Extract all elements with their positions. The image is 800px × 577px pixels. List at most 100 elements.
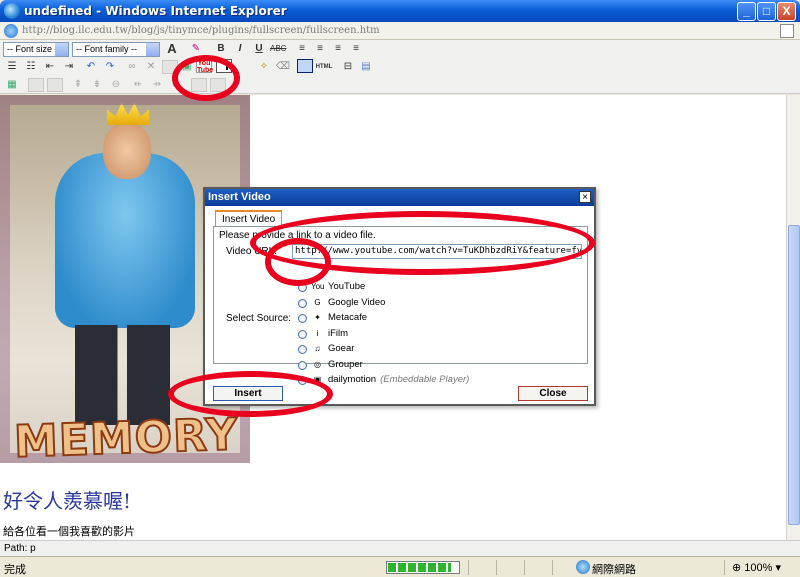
source-name: Google Video: [328, 297, 385, 308]
unlink-icon[interactable]: ✕: [143, 60, 159, 74]
insert-row-before-icon[interactable]: ⇞: [70, 78, 86, 92]
ifilm-icon: i: [316, 328, 319, 338]
dialog-title: Insert Video: [205, 189, 594, 206]
split-cells-icon[interactable]: [191, 78, 207, 92]
align-center-icon[interactable]: ≡: [312, 42, 328, 56]
remove-format-icon[interactable]: ⌫: [275, 60, 291, 74]
underline-icon[interactable]: U: [251, 42, 267, 56]
status-text: 完成: [4, 564, 26, 576]
source-option[interactable]: ♫ Goear: [298, 342, 498, 356]
italic-icon[interactable]: I: [232, 42, 248, 56]
video-url-label: Video URL:: [226, 246, 277, 257]
internet-zone-icon: [576, 560, 590, 574]
bold-icon[interactable]: B: [213, 42, 229, 56]
bullet-list-icon[interactable]: ☰: [4, 60, 20, 74]
radio-button[interactable]: [298, 283, 307, 292]
goear-icon: ♫: [314, 344, 321, 353]
html-icon[interactable]: HTML: [315, 60, 333, 74]
source-name: Grouper: [328, 359, 363, 370]
dailymotion-icon: ▣: [313, 375, 322, 384]
dialog-close-icon[interactable]: ×: [579, 191, 591, 203]
insert-col-before-icon[interactable]: ⇷: [130, 78, 146, 92]
memory-caption: MEMORY: [12, 408, 240, 463]
maximize-button[interactable]: □: [757, 2, 776, 21]
insert-video-icon[interactable]: [216, 59, 232, 73]
insert-col-after-icon[interactable]: ⇸: [149, 78, 165, 92]
indent-icon[interactable]: ⇥: [61, 60, 77, 74]
outdent-icon[interactable]: ⇤: [42, 60, 58, 74]
source-option[interactable]: You YouTube: [298, 280, 498, 294]
align-justify-icon[interactable]: ≡: [348, 42, 364, 56]
radio-button[interactable]: [298, 329, 307, 339]
source-label: Goear: [328, 343, 355, 354]
redo-icon[interactable]: ↷: [102, 60, 118, 74]
anchor-icon[interactable]: [162, 60, 178, 74]
radio-button[interactable]: [298, 360, 307, 370]
google-video-icon: G: [314, 297, 321, 307]
page-icon: [4, 24, 18, 38]
fullscreen-icon[interactable]: [297, 59, 313, 73]
zoom-level[interactable]: ⊕ 100% ▾: [732, 561, 781, 574]
undo-icon[interactable]: ↶: [83, 60, 99, 74]
source-label: Metacafe: [328, 312, 368, 323]
strikethrough-icon[interactable]: ABC: [270, 42, 286, 56]
source-option[interactable]: i iFilm: [298, 327, 498, 341]
address-url[interactable]: http://blog.ilc.edu.tw/blog/js/tinymce/p…: [22, 25, 380, 36]
source-label: dailymotion: [328, 374, 377, 385]
image-icon[interactable]: ▣: [179, 60, 195, 74]
path-bar: Path: p: [0, 540, 800, 556]
load-progress: [386, 561, 460, 574]
security-zone[interactable]: 網際網路: [592, 561, 636, 577]
font-family-select[interactable]: -- Font family --: [72, 42, 160, 57]
window-title: undefined - Windows Internet Explorer: [24, 4, 287, 18]
close-button[interactable]: Close: [518, 386, 588, 401]
status-divider: [552, 560, 553, 575]
source-option[interactable]: ◎ Grouper: [298, 358, 498, 372]
source-option[interactable]: ✦ Metacafe: [298, 311, 498, 325]
vertical-scrollbar[interactable]: [786, 95, 800, 540]
delete-col-icon[interactable]: ⊘: [168, 78, 184, 92]
close-window-button[interactable]: X: [777, 2, 796, 21]
compatibility-icon[interactable]: [780, 24, 794, 38]
font-size-select[interactable]: -- Font size --: [3, 42, 69, 57]
source-name: Metacafe: [328, 312, 367, 323]
highlight-color-icon[interactable]: ✎: [188, 42, 204, 56]
status-divider: [524, 560, 525, 575]
editor-toolbar: -- Font size -- -- Font family -- A ✎ B …: [0, 40, 800, 94]
insert-button[interactable]: Insert: [213, 386, 283, 401]
table-icon[interactable]: ▦: [4, 78, 20, 92]
radio-button[interactable]: [298, 376, 307, 385]
align-left-icon[interactable]: ≡: [294, 42, 310, 56]
chevron-down-icon: [146, 43, 159, 56]
source-label: iFilm: [328, 327, 349, 339]
status-divider: [496, 560, 497, 575]
source-note: (Embeddable Player): [380, 374, 470, 385]
merge-cells-icon[interactable]: [210, 78, 226, 92]
youtube-icon-label: You Tube: [197, 60, 214, 74]
delete-row-icon[interactable]: ⊖: [108, 78, 124, 92]
cleanup-icon[interactable]: ✧: [256, 60, 272, 74]
row-props-icon[interactable]: [28, 78, 44, 92]
link-icon[interactable]: ∞: [124, 60, 140, 74]
source-option[interactable]: ▣ dailymotion (Embeddable Player): [298, 373, 498, 387]
source-option[interactable]: G Google Video: [298, 296, 498, 310]
media-icon[interactable]: ▤: [358, 60, 374, 74]
horizontal-rule-icon[interactable]: ⊟: [340, 60, 356, 74]
status-bar: 完成 網際網路 ⊕ 100% ▾: [0, 556, 800, 577]
radio-button[interactable]: [298, 345, 307, 354]
chevron-down-icon: [55, 43, 68, 56]
cell-props-icon[interactable]: [47, 78, 63, 92]
dialog-prompt: Please provide a link to a video file.: [219, 230, 376, 241]
minimize-button[interactable]: _: [737, 2, 756, 21]
insert-row-after-icon[interactable]: ⇟: [89, 78, 105, 92]
radio-button[interactable]: [298, 298, 307, 308]
youtube-icon[interactable]: You Tube: [196, 59, 214, 74]
status-divider: [724, 560, 725, 575]
video-url-input[interactable]: http://www.youtube.com/watch?v=TuKDhbzdR…: [292, 244, 582, 259]
align-right-icon[interactable]: ≡: [330, 42, 346, 56]
radio-button[interactable]: [298, 314, 307, 323]
numbered-list-icon[interactable]: ☷: [23, 60, 39, 74]
text-color-icon[interactable]: A: [164, 42, 180, 56]
tab-insert-video[interactable]: Insert Video: [215, 210, 283, 227]
scrollbar-thumb[interactable]: [788, 225, 800, 525]
